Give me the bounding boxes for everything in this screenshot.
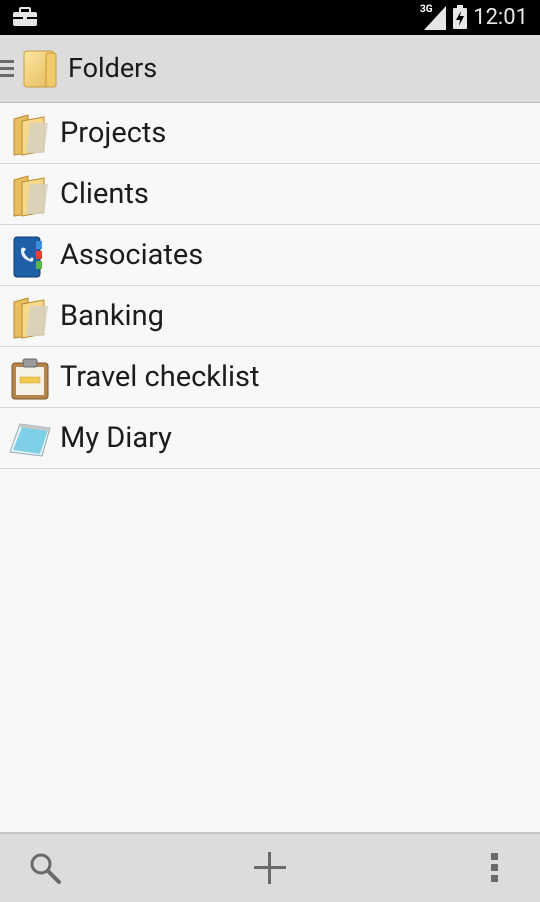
folder-label: Associates [60,238,204,272]
page-title: Folders [68,52,158,84]
list-item[interactable]: My Diary [0,408,540,469]
notepad-icon [8,418,52,462]
clock: 12:01 [473,5,528,30]
list-item[interactable]: Clients [0,164,540,225]
address-book-icon [8,235,52,279]
folder-label: Travel checklist [60,360,260,394]
battery-icon [452,5,468,33]
list-item[interactable]: Projects [0,103,540,164]
folder-label: My Diary [60,421,172,455]
navigation-drawer-button[interactable] [0,35,64,102]
list-item[interactable]: Banking [0,286,540,347]
folder-list: Projects Clients Associates Banking Trav… [0,103,540,469]
folder-icon [8,174,52,218]
briefcase-icon [12,7,38,31]
bottom-toolbar [0,832,540,902]
folder-icon [22,49,58,93]
action-bar: Folders [0,35,540,103]
signal-icon [422,6,448,34]
folder-icon [8,296,52,340]
list-item[interactable]: Associates [0,225,540,286]
folder-label: Projects [60,116,167,150]
drawer-icon [0,59,14,83]
clipboard-icon [8,357,52,401]
status-bar: 3G 12:01 [0,0,540,35]
overflow-menu-button[interactable] [450,834,540,902]
folder-label: Banking [60,299,164,333]
list-item[interactable]: Travel checklist [0,347,540,408]
folder-icon [8,113,52,157]
folder-label: Clients [60,177,149,211]
add-button[interactable] [225,834,315,902]
search-button[interactable] [0,834,90,902]
